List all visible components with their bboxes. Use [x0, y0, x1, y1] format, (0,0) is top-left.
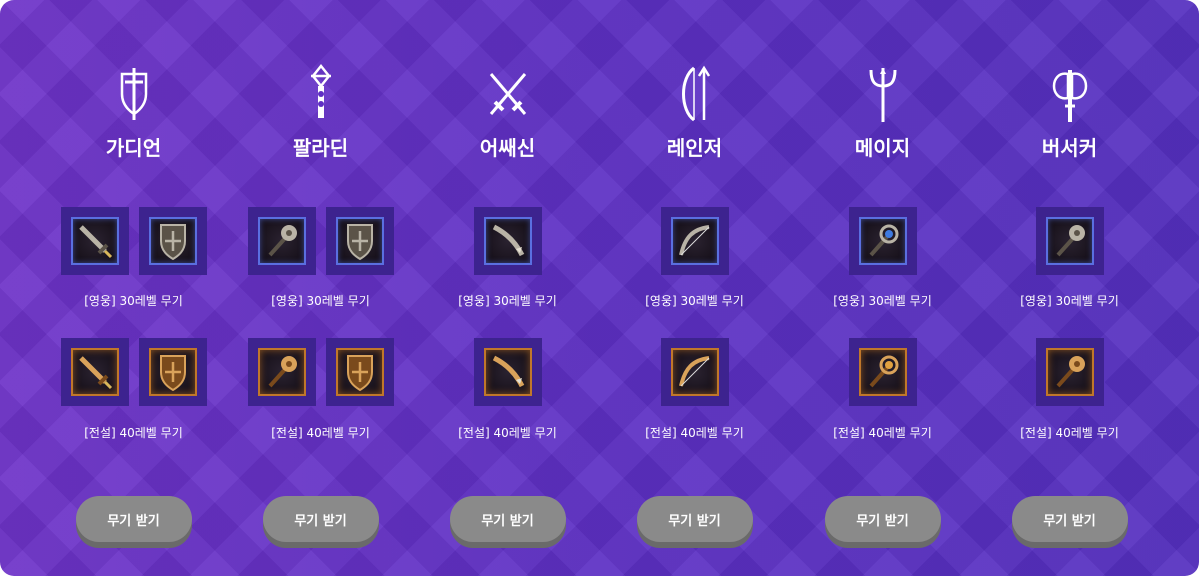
get-weapon-button[interactable]: 무기 받기: [636, 496, 753, 542]
greatsword-icon: [70, 348, 119, 396]
class-column: 어쌔신 [영웅] 30레벨 무기 [전설] 40레벨 무기무기 받기: [414, 0, 601, 576]
hero-weapon-label: [영웅] 30레벨 무기: [833, 294, 932, 308]
weapon-slot[interactable]: [660, 207, 729, 275]
round-shield-icon: [335, 348, 384, 396]
class-name: 레인저: [666, 136, 723, 160]
longbow-icon: [670, 348, 719, 396]
hero-weapon-label: [영웅] 30레벨 무기: [645, 294, 744, 308]
round-shield-icon: [148, 348, 197, 396]
class-column: 버서커 [영웅] 30레벨 무기 [전설] 40레벨 무기무기 받기: [976, 0, 1163, 576]
class-name: 버서커: [1041, 136, 1098, 160]
hero-weapon-row: [40, 207, 227, 275]
hero-weapon-label: [영웅] 30레벨 무기: [1020, 294, 1119, 308]
weapon-slot[interactable]: [138, 207, 207, 275]
war-hammer-icon: [1045, 348, 1094, 396]
get-weapon-button[interactable]: 무기 받기: [262, 496, 379, 542]
trident-staff-icon: [860, 64, 906, 124]
hero-weapon-label: [영웅] 30레벨 무기: [458, 294, 557, 308]
legend-weapon-row: [414, 338, 601, 406]
legend-weapon-row: [601, 338, 788, 406]
weapon-slot[interactable]: [325, 338, 394, 406]
mace-icon: [257, 348, 306, 396]
weapon-slot[interactable]: [848, 338, 917, 406]
class-column: 메이지 [영웅] 30레벨 무기 [전설] 40레벨 무기무기 받기: [789, 0, 976, 576]
get-weapon-button[interactable]: 무기 받기: [75, 496, 192, 542]
weapon-slot[interactable]: [247, 338, 316, 406]
shield-icon: [148, 217, 197, 265]
legend-weapon-row: [976, 338, 1163, 406]
class-name: 메이지: [854, 136, 911, 160]
weapon-slot[interactable]: [247, 207, 316, 275]
hero-weapon-label: [영웅] 30레벨 무기: [271, 294, 370, 308]
claw-blade-icon: [483, 217, 532, 265]
class-name: 팔라딘: [292, 136, 349, 160]
legend-weapon-label: [전설] 40레벨 무기: [271, 426, 370, 440]
class-name: 가디언: [105, 136, 162, 160]
bow-arrow-icon: [672, 64, 718, 124]
orb-staff-icon: [858, 217, 907, 265]
legend-weapon-label: [전설] 40레벨 무기: [1020, 426, 1119, 440]
legend-weapon-label: [전설] 40레벨 무기: [645, 426, 744, 440]
class-name: 어쌔신: [479, 136, 536, 160]
get-weapon-button[interactable]: 무기 받기: [824, 496, 941, 542]
weapon-slot[interactable]: [138, 338, 207, 406]
longsword-icon: [70, 217, 119, 265]
hero-weapon-row: [414, 207, 601, 275]
hero-weapon-row: [227, 207, 414, 275]
weapon-slot[interactable]: [1035, 338, 1104, 406]
class-column: 레인저 [영웅] 30레벨 무기 [전설] 40레벨 무기무기 받기: [601, 0, 788, 576]
legend-weapon-label: [전설] 40레벨 무기: [833, 426, 932, 440]
mace-icon: [257, 217, 306, 265]
hero-weapon-row: [976, 207, 1163, 275]
legend-weapon-label: [전설] 40레벨 무기: [458, 426, 557, 440]
weapon-slot[interactable]: [1035, 207, 1104, 275]
class-column: 팔라딘 [영웅] 30레벨 무기 [전설] 40레벨 무기무기 받기: [227, 0, 414, 576]
shield-icon: [335, 217, 384, 265]
serrated-blade-icon: [483, 348, 532, 396]
class-column: 가디언 [영웅] 30레벨 무기 [전설] 40레벨 무기무기 받기: [40, 0, 227, 576]
class-list: 가디언 [영웅] 30레벨 무기 [전설] 40레벨 무기무기 받기 팔라딘 [영웅] …: [0, 0, 1199, 576]
crystal-staff-icon: [858, 348, 907, 396]
crossed-daggers-icon: [485, 64, 531, 124]
hero-weapon-row: [789, 207, 976, 275]
weapon-slot[interactable]: [60, 207, 129, 275]
hero-weapon-label: [영웅] 30레벨 무기: [84, 294, 183, 308]
weapon-slot[interactable]: [473, 207, 542, 275]
get-weapon-button[interactable]: 무기 받기: [449, 496, 566, 542]
weapon-slot[interactable]: [60, 338, 129, 406]
hero-weapon-row: [601, 207, 788, 275]
legend-weapon-row: [789, 338, 976, 406]
weapon-slot[interactable]: [660, 338, 729, 406]
legend-weapon-row: [227, 338, 414, 406]
battle-axe-icon: [1047, 64, 1093, 124]
get-weapon-button[interactable]: 무기 받기: [1011, 496, 1128, 542]
holy-cross-icon: [298, 64, 344, 124]
legend-weapon-row: [40, 338, 227, 406]
weapon-slot[interactable]: [473, 338, 542, 406]
weapon-reward-panel: 가디언 [영웅] 30레벨 무기 [전설] 40레벨 무기무기 받기 팔라딘 [영웅] …: [0, 0, 1199, 576]
sword-shield-icon: [111, 64, 157, 124]
bow-icon: [670, 217, 719, 265]
legend-weapon-label: [전설] 40레벨 무기: [84, 426, 183, 440]
spiked-club-icon: [1045, 217, 1094, 265]
weapon-slot[interactable]: [325, 207, 394, 275]
weapon-slot[interactable]: [848, 207, 917, 275]
